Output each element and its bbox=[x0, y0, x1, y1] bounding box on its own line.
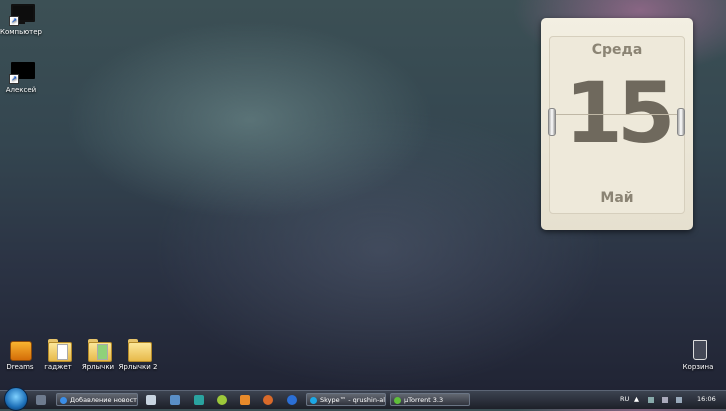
folder-icon bbox=[86, 339, 112, 362]
ie-icon bbox=[60, 397, 67, 404]
firefox-icon[interactable] bbox=[263, 395, 273, 405]
task-button-skype[interactable]: Skype™ - qrushin-alix... bbox=[306, 393, 386, 406]
desktop-icon-label: Корзина bbox=[682, 363, 714, 371]
task-button-label: Добавление новост... bbox=[70, 396, 138, 404]
computer-icon: ↗ bbox=[9, 4, 35, 26]
network-icon[interactable] bbox=[648, 397, 654, 403]
utorrent-icon bbox=[394, 397, 401, 404]
calendar-gadget[interactable]: Среда 15 Май bbox=[541, 18, 693, 230]
orange-app-icon[interactable] bbox=[240, 395, 250, 405]
recycle-bin-icon bbox=[686, 339, 710, 361]
clock[interactable]: 16:06 bbox=[697, 395, 716, 403]
show-desktop-icon[interactable] bbox=[36, 395, 46, 405]
desktop-icon-computer[interactable]: ↗ Компьютер bbox=[0, 4, 46, 36]
desktop-icon-label: Компьютер bbox=[0, 28, 42, 36]
calendar-day-number: 15 bbox=[564, 64, 676, 162]
flag-icon[interactable] bbox=[676, 397, 682, 403]
taskbar: Добавление новост... Skype™ - qrushin-al… bbox=[0, 387, 726, 411]
task-button-label: Skype™ - qrushin-alix... bbox=[320, 396, 386, 404]
calendar-ring-right bbox=[677, 108, 685, 136]
desktop-icon-label: Ярлычки 2 bbox=[118, 363, 158, 371]
user-folder-icon: ↗ bbox=[9, 62, 35, 84]
task-button-browser[interactable]: Добавление новост... bbox=[56, 393, 138, 406]
desktop-icon-shortcuts-2[interactable]: Ярлычки 2 bbox=[113, 339, 163, 371]
language-indicator[interactable]: RU bbox=[620, 395, 629, 403]
task-button-utorrent[interactable]: µTorrent 3.3 bbox=[390, 393, 470, 406]
tray-expand-icon[interactable]: ▲ bbox=[634, 395, 639, 403]
folder-icon bbox=[126, 339, 152, 362]
desktop-icon-recycle-bin[interactable]: Корзина bbox=[673, 339, 723, 371]
ball-icon[interactable] bbox=[217, 395, 227, 405]
desktop-icon-label: Алексей bbox=[5, 86, 37, 94]
folder-icon bbox=[46, 339, 72, 362]
task-button-label: µTorrent 3.3 bbox=[404, 396, 444, 404]
app-icon[interactable] bbox=[194, 395, 204, 405]
box-icon bbox=[8, 339, 32, 361]
calendar-ring-left bbox=[548, 108, 556, 136]
calendar-month: Май bbox=[600, 190, 634, 206]
skype-icon bbox=[310, 397, 317, 404]
window-icon[interactable] bbox=[170, 395, 180, 405]
chrome-icon[interactable] bbox=[287, 395, 297, 405]
explorer-icon[interactable] bbox=[146, 395, 156, 405]
calendar-fold-line bbox=[555, 114, 679, 115]
volume-icon[interactable] bbox=[662, 397, 668, 403]
calendar-weekday: Среда bbox=[591, 42, 643, 58]
desktop-icon-user[interactable]: ↗ Алексей bbox=[0, 62, 46, 94]
start-button[interactable] bbox=[4, 387, 28, 411]
